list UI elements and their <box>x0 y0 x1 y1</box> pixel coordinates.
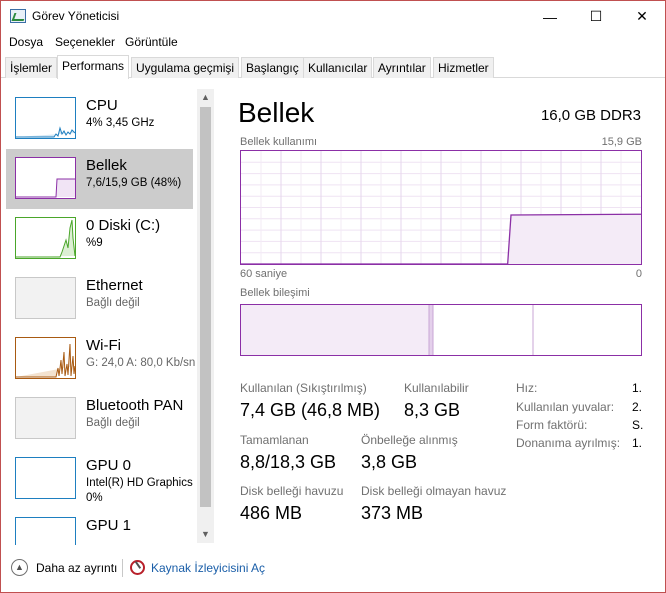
prop-label-slots: Kullanılan yuvalar: <box>516 400 615 414</box>
memory-usage-graph <box>240 150 642 265</box>
page-title: Bellek <box>238 97 315 128</box>
composition-in-use <box>241 305 429 355</box>
tab-details[interactable]: Ayrıntılar <box>373 57 431 78</box>
sidebar-item-label: 0 Diski (C:) <box>86 217 161 234</box>
tab-app-history[interactable]: Uygulama geçmişi <box>131 57 240 78</box>
tab-performance[interactable]: Performans <box>57 55 130 79</box>
tab-startup[interactable]: Başlangıç <box>241 57 304 78</box>
task-manager-window: Görev Yöneticisi — ☐ ✕ Dosya Seçenekler … <box>0 0 666 593</box>
prop-value-slots: 2. <box>632 400 643 414</box>
sidebar-item-detail: %9 <box>86 237 103 249</box>
sidebar-item-disk[interactable]: 0 Diski (C:) %9 <box>6 209 193 269</box>
sidebar-item-gpu-1[interactable]: GPU 1 <box>6 509 193 545</box>
tab-strip: İşlemler Performans Uygulama geçmişi Baş… <box>1 55 665 79</box>
sidebar-item-label: Wi-Fi <box>86 337 121 354</box>
sidebar-item-detail-2: 0% <box>86 492 103 504</box>
scrollbar-thumb[interactable] <box>200 107 211 507</box>
title-bar: Görev Yöneticisi — ☐ ✕ <box>1 1 665 32</box>
resource-monitor-icon[interactable] <box>130 560 145 575</box>
memory-detail-panel: Bellek 16,0 GB DDR3 Bellek kullanımı 15,… <box>215 79 665 545</box>
footer-divider <box>122 559 123 577</box>
stat-label-available: Kullanılabilir <box>404 381 469 395</box>
menu-options[interactable]: Seçenekler <box>55 35 115 49</box>
time-end-label: 0 <box>635 268 642 280</box>
memory-capacity: 16,0 GB DDR3 <box>540 107 641 124</box>
prop-label-form-factor: Form faktörü: <box>516 418 588 432</box>
sidebar-item-label: GPU 0 <box>86 457 132 474</box>
sidebar-item-detail: 4% 3,45 GHz <box>86 117 155 129</box>
ethernet-thumbnail-graph <box>15 277 76 319</box>
bluetooth-thumbnail-graph <box>15 397 76 439</box>
task-manager-icon <box>10 9 26 23</box>
stat-value-non-paged-pool: 373 MB <box>361 503 424 523</box>
sidebar-item-ethernet[interactable]: Ethernet Bağlı değil <box>6 269 193 329</box>
menu-file[interactable]: Dosya <box>9 35 43 49</box>
menu-view[interactable]: Görüntüle <box>125 35 178 49</box>
stat-value-committed: 8,8/18,3 GB <box>240 452 337 472</box>
open-resource-monitor-link[interactable]: Kaynak İzleyicisini Aç <box>151 561 265 575</box>
memory-usage-plot <box>241 151 642 265</box>
gpu1-thumbnail-graph <box>15 517 76 545</box>
footer-bar: ▲ Daha az ayrıntı Kaynak İzleyicisini Aç <box>1 553 665 583</box>
sidebar-item-bluetooth-pan[interactable]: Bluetooth PAN Bağlı değil <box>6 389 193 449</box>
stat-label-committed: Tamamlanan <box>240 433 309 447</box>
window-title: Görev Yöneticisi <box>32 9 120 23</box>
tab-services[interactable]: Hizmetler <box>433 57 494 78</box>
minimize-button[interactable]: — <box>527 1 573 32</box>
stat-value-in-use: 7,4 GB (46,8 MB) <box>240 400 381 420</box>
scroll-up-arrow-icon[interactable]: ▲ <box>200 92 211 103</box>
stat-label-in-use: Kullanılan (Sıkıştırılmış) <box>240 381 367 395</box>
fewer-details-button[interactable]: Daha az ayrıntı <box>36 561 117 575</box>
sidebar-item-wifi[interactable]: Wi-Fi G: 24,0 A: 80,0 Kb/sn <box>6 329 196 389</box>
composition-modified <box>429 305 433 355</box>
time-span-label: 60 saniye <box>240 268 288 280</box>
stat-label-paged-pool: Disk belleği havuzu <box>240 484 344 498</box>
composition-standby <box>433 305 533 355</box>
sidebar-item-detail: Bağlı değil <box>86 417 140 429</box>
maximize-button[interactable]: ☐ <box>573 1 619 32</box>
close-button[interactable]: ✕ <box>619 1 665 32</box>
gpu0-thumbnail-graph <box>15 457 76 499</box>
composition-label: Bellek bileşimi <box>240 287 310 299</box>
usage-graph-max: 15,9 GB <box>601 136 642 148</box>
cpu-thumbnail-graph <box>15 97 76 139</box>
memory-composition-bar <box>240 304 642 356</box>
sidebar-item-gpu-0[interactable]: GPU 0 Intel(R) HD Graphics 0% <box>6 449 193 509</box>
prop-value-speed: 1. <box>632 381 643 395</box>
memory-composition-plot <box>241 305 534 355</box>
memory-thumbnail-graph <box>15 157 76 199</box>
sidebar-item-label: GPU 1 <box>86 517 132 534</box>
stat-value-available: 8,3 GB <box>404 400 461 420</box>
wifi-thumbnail-graph <box>15 337 76 379</box>
stat-value-paged-pool: 486 MB <box>240 503 303 523</box>
sidebar-scrollbar[interactable]: ▲ ▼ <box>197 89 214 543</box>
usage-graph-label: Bellek kullanımı <box>240 136 318 148</box>
prop-label-hardware-reserved: Donanıma ayrılmış: <box>516 436 621 450</box>
sidebar-item-label: Bellek <box>86 157 127 174</box>
sidebar-item-detail: Bağlı değil <box>86 297 140 309</box>
disk-thumbnail-graph <box>15 217 76 259</box>
sidebar-item-label: CPU <box>86 97 118 114</box>
sidebar-item-label: Bluetooth PAN <box>86 397 184 414</box>
stat-label-cached: Önbelleğe alınmış <box>361 433 458 447</box>
stat-label-non-paged-pool: Disk belleği olmayan havuz <box>361 484 507 498</box>
prop-value-form-factor: S. <box>632 418 644 432</box>
prop-label-speed: Hız: <box>516 381 538 395</box>
scroll-down-arrow-icon[interactable]: ▼ <box>200 529 211 540</box>
sidebar-item-label: Ethernet <box>86 277 143 294</box>
sidebar-item-cpu[interactable]: CPU 4% 3,45 GHz <box>6 89 193 149</box>
prop-value-hardware-reserved: 1. <box>632 436 643 450</box>
sidebar-item-detail: Intel(R) HD Graphics <box>86 477 193 489</box>
tab-processes[interactable]: İşlemler <box>5 57 58 78</box>
stat-value-cached: 3,8 GB <box>361 452 418 472</box>
menu-bar: Dosya Seçenekler Görüntüle <box>1 33 665 53</box>
sidebar-item-detail: G: 24,0 A: 80,0 Kb/sn <box>86 357 196 369</box>
chevron-up-icon[interactable]: ▲ <box>11 559 28 576</box>
resource-sidebar: CPU 4% 3,45 GHz Bellek 7,6/15,9 GB (48%)… <box>1 79 215 545</box>
tab-users[interactable]: Kullanıcılar <box>303 57 373 78</box>
sidebar-item-detail: 7,6/15,9 GB (48%) <box>86 177 182 189</box>
sidebar-item-memory[interactable]: Bellek 7,6/15,9 GB (48%) <box>6 149 193 209</box>
